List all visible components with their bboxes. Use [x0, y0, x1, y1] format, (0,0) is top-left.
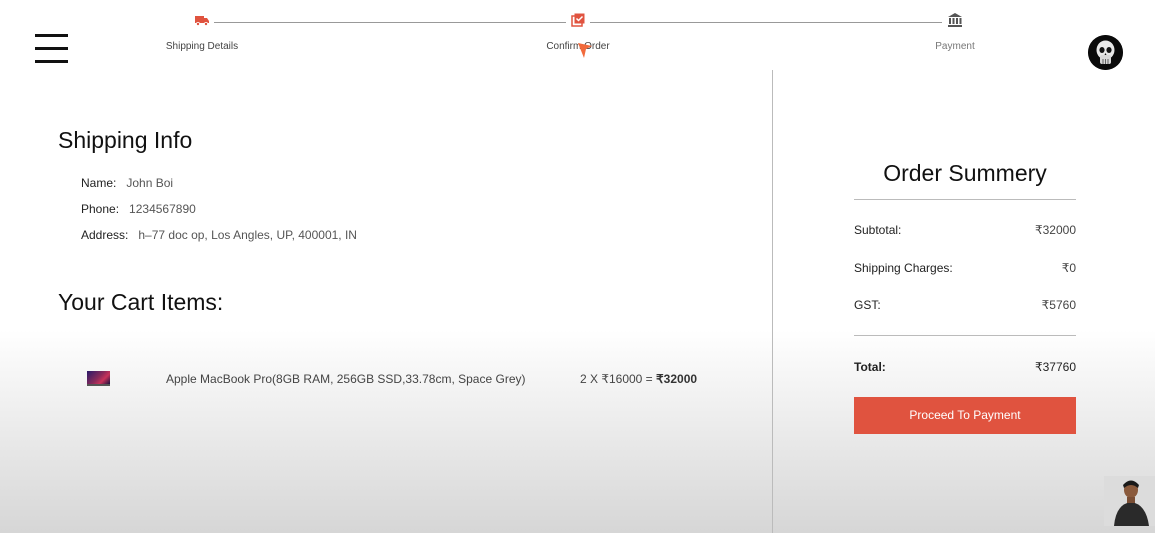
checklist-icon	[571, 13, 585, 27]
order-summary-section	[773, 70, 1155, 533]
step-payment[interactable]: Payment	[885, 12, 1025, 52]
step-label-payment: Payment	[935, 41, 975, 52]
hamburger-menu-button[interactable]	[35, 34, 69, 66]
user-avatar[interactable]	[1088, 35, 1123, 70]
truck-icon	[195, 16, 209, 26]
skull-avatar-icon	[1088, 35, 1123, 70]
presenter-image-icon	[1104, 476, 1155, 526]
shipping-and-cart-section	[0, 70, 772, 533]
mouse-cursor-icon	[578, 43, 592, 58]
bank-icon	[948, 13, 962, 27]
step-label-shipping: Shipping Details	[165, 41, 239, 52]
webcam-overlay	[1104, 476, 1155, 526]
step-shipping-details[interactable]: Shipping Details	[132, 12, 272, 52]
menu-bar-icon	[35, 47, 68, 50]
menu-bar-icon	[35, 60, 68, 63]
menu-bar-icon	[35, 34, 68, 37]
